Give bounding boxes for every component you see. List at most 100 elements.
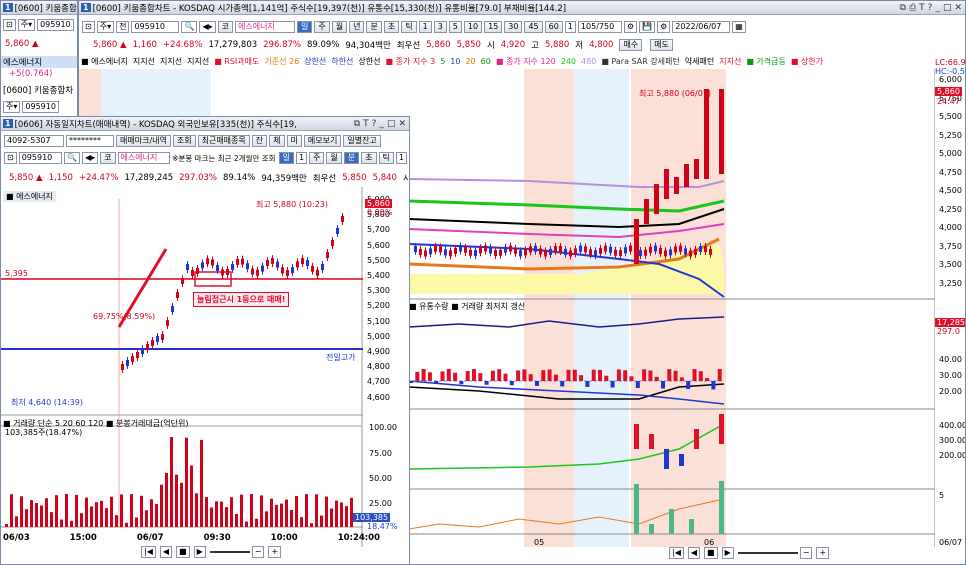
sell-button[interactable]: 매도 (650, 39, 673, 51)
period-month[interactable]: 월 (331, 21, 348, 33)
sub-period-tick[interactable]: 틱 (378, 152, 394, 164)
balance-button[interactable]: 잔 (251, 135, 268, 147)
sub-zoom-in-icon[interactable]: + (268, 546, 282, 558)
type-select[interactable]: 주▾ (96, 21, 115, 33)
sub-period-day[interactable]: 일 (278, 152, 294, 164)
stock-name-field[interactable]: 에스에너지 (234, 21, 295, 33)
maximize-icon[interactable]: □ (943, 3, 952, 13)
scroll-first-icon[interactable]: |◀ (669, 547, 684, 559)
close-icon[interactable]: ✕ (954, 3, 962, 13)
sub-period-second[interactable]: 초 (361, 152, 377, 164)
nav-icon[interactable]: ◀▸ (199, 21, 216, 33)
sub-search-icon[interactable]: 🔍 (64, 152, 80, 164)
code-input[interactable]: 095910 (131, 21, 180, 33)
date-field[interactable]: 2022/06/07 (672, 21, 731, 33)
recent-trades-button[interactable]: 최근매매종목 (197, 135, 250, 147)
scroll-next-icon[interactable]: ▶ (721, 547, 734, 559)
legend-item[interactable]: 240 (561, 57, 576, 66)
legend-item[interactable]: 지지선 (187, 56, 209, 67)
sub-scroll-first-icon[interactable]: |◀ (141, 546, 156, 558)
sub-scroll-prev-icon[interactable]: ◀ (159, 546, 173, 558)
jeon-select[interactable]: 전 (116, 21, 130, 33)
sub-zoom-out-icon[interactable]: − (251, 546, 265, 558)
minute-10[interactable]: 10 (463, 21, 483, 33)
sub-maximize-icon[interactable]: □ (387, 119, 396, 129)
link-icon[interactable]: ⧉ (900, 3, 906, 13)
buy-button[interactable]: 매수 (619, 39, 643, 51)
legend-item[interactable]: ■ 가격급등 (746, 56, 786, 67)
scroll-prev-icon[interactable]: ◀ (687, 547, 701, 559)
scroll-pause-icon[interactable]: ■ (704, 547, 718, 559)
sub-period-minute[interactable]: 분 (343, 152, 360, 164)
save-icon[interactable]: 💾 (639, 21, 656, 33)
daily-balance-button[interactable]: 일별잔고 (343, 135, 381, 147)
period-week[interactable]: 주 (314, 21, 330, 33)
zoom-in-icon[interactable]: + (816, 547, 830, 559)
legend-item[interactable]: 지지선 (160, 56, 182, 67)
trade-mark-button[interactable]: 매매마크/내역 (116, 135, 171, 147)
password-field[interactable]: ******** (66, 135, 114, 147)
layout-icon[interactable]: ⊡ (82, 21, 95, 33)
left-code-field[interactable]: 095910 (37, 19, 74, 31)
legend-item[interactable]: ■ 종가 지수 120 (496, 56, 556, 67)
sub-period-month[interactable]: 월 (326, 152, 342, 164)
sub-close-icon[interactable]: ✕ (398, 119, 406, 129)
legend-item[interactable]: 지지선 (719, 56, 741, 67)
settings-icon[interactable]: ⚙ (623, 21, 638, 33)
sub-minimize-icon[interactable]: _ (379, 119, 384, 129)
count-field[interactable]: 105/750 (577, 21, 622, 33)
gear-icon[interactable]: ⚙ (657, 21, 671, 33)
legend-item[interactable]: 기준선 26 (264, 56, 299, 67)
legend-item[interactable]: 20 (465, 57, 475, 66)
type-select2[interactable]: 주▾ (3, 101, 21, 113)
legend-item[interactable]: 480 (581, 57, 596, 66)
layout-icon[interactable]: ⊡ (3, 19, 16, 31)
sub-period-num[interactable]: 1 (295, 152, 308, 164)
type-select[interactable]: 주▾ (17, 19, 36, 31)
help-icon[interactable]: ? (928, 3, 933, 13)
legend-item[interactable]: 지지선 (133, 56, 155, 67)
legend-item[interactable]: 하한선 (331, 56, 353, 67)
legend-item[interactable]: ■ 종가 지수 3 (385, 56, 435, 67)
text-icon[interactable]: T (919, 3, 925, 13)
minute-45[interactable]: 45 (524, 21, 543, 33)
period-second[interactable]: 초 (383, 21, 400, 33)
sub-market-button[interactable]: 코 (100, 152, 116, 164)
sub-stock-name[interactable]: 에스에너지 (117, 152, 171, 164)
legend-item[interactable]: 약세패턴 (685, 56, 714, 67)
sub-text-icon[interactable]: T (363, 119, 369, 129)
search-icon[interactable]: 🔍 (181, 21, 198, 33)
scroll-slider[interactable] (737, 552, 798, 554)
period-year[interactable]: 년 (349, 21, 365, 33)
print-icon[interactable]: ⎙ (909, 3, 916, 13)
minute-5[interactable]: 5 (448, 21, 462, 33)
zoom-out-icon[interactable]: − (799, 547, 813, 559)
minute-custom[interactable]: 1 (564, 21, 576, 33)
legend-item[interactable]: 5 (440, 57, 445, 66)
minimize-icon[interactable]: _ (935, 3, 940, 13)
sub-code-input[interactable]: 095910 (18, 152, 63, 164)
minute-3[interactable]: 3 (433, 21, 447, 33)
sub-link-icon[interactable]: ⧉ (354, 119, 360, 129)
minute-15[interactable]: 15 (484, 21, 503, 33)
sub-nav-icon[interactable]: ◀▸ (81, 152, 99, 164)
sub-layout-icon[interactable]: ⊡ (4, 152, 17, 164)
sub-scroll-next-icon[interactable]: ▶ (193, 546, 206, 558)
minute-1[interactable]: 1 (418, 21, 432, 33)
legend-item[interactable]: 10 (450, 57, 460, 66)
legend-item[interactable]: 상한선 (358, 56, 380, 67)
sub-scroll-pause-icon[interactable]: ■ (176, 546, 190, 558)
legend-item[interactable]: ■ 상한가 (791, 56, 823, 67)
sub-tick-num[interactable]: 1 (395, 152, 407, 164)
legend-item[interactable]: 상한선 (304, 56, 326, 67)
period-day[interactable]: 일 (296, 21, 313, 33)
memo-button[interactable]: 메모보기 (303, 135, 342, 147)
market-type-button[interactable]: 코 (217, 21, 233, 33)
filled-button[interactable]: 체 (269, 135, 285, 147)
left-code-field2[interactable]: 095910 (22, 101, 59, 113)
period-tick[interactable]: 틱 (401, 21, 417, 33)
sub-help-icon[interactable]: ? (372, 119, 377, 129)
minute-60[interactable]: 60 (544, 21, 563, 33)
account-select[interactable]: 4092-5307 (4, 135, 64, 147)
sub-period-week[interactable]: 주 (309, 152, 325, 164)
